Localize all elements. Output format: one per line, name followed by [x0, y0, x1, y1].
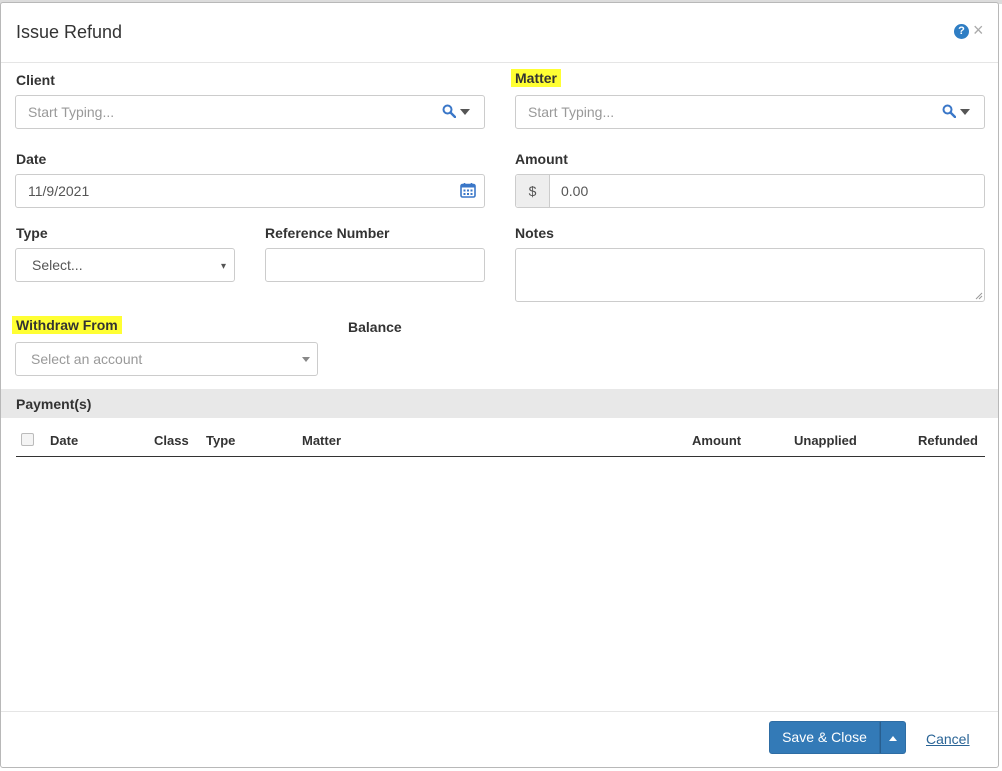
chevron-down-icon: [302, 357, 310, 362]
payments-section-title: Payment(s): [16, 396, 92, 412]
amount-input[interactable]: $ 0.00: [515, 174, 985, 208]
search-icon[interactable]: [442, 104, 456, 118]
matter-label: Matter: [511, 69, 562, 87]
save-options-dropdown-button[interactable]: [880, 721, 906, 754]
resize-handle-icon[interactable]: [975, 292, 983, 300]
withdraw-from-label: Withdraw From: [12, 316, 122, 334]
cancel-link[interactable]: Cancel: [926, 731, 970, 747]
dialog-header: Issue Refund ? ×: [1, 3, 998, 63]
search-icon[interactable]: [942, 104, 956, 118]
withdraw-from-placeholder: Select an account: [31, 351, 143, 367]
column-header-class[interactable]: Class: [154, 433, 189, 448]
table-header-divider: [16, 456, 985, 457]
column-header-date[interactable]: Date: [50, 433, 78, 448]
select-all-checkbox[interactable]: [21, 433, 34, 446]
currency-addon: $: [516, 175, 550, 207]
column-header-refunded[interactable]: Refunded: [918, 433, 978, 448]
chevron-down-icon[interactable]: [960, 109, 970, 115]
date-input[interactable]: 11/9/2021: [15, 174, 485, 208]
payments-section-header: Payment(s): [1, 389, 998, 418]
dialog-title: Issue Refund: [16, 22, 123, 42]
calendar-icon[interactable]: [460, 182, 476, 198]
client-label: Client: [16, 72, 55, 88]
column-header-matter[interactable]: Matter: [302, 433, 341, 448]
amount-label: Amount: [515, 151, 568, 167]
date-value: 11/9/2021: [28, 183, 90, 199]
help-icon[interactable]: ?: [954, 24, 969, 39]
column-header-unapplied[interactable]: Unapplied: [794, 433, 857, 448]
withdraw-from-select[interactable]: Select an account: [15, 342, 318, 376]
chevron-down-icon: ▾: [220, 261, 226, 272]
client-input[interactable]: Start Typing...: [15, 95, 485, 129]
balance-label: Balance: [348, 319, 402, 335]
matter-placeholder: Start Typing...: [528, 104, 615, 120]
column-header-amount[interactable]: Amount: [692, 433, 741, 448]
type-label: Type: [16, 225, 48, 241]
chevron-down-icon[interactable]: [460, 109, 470, 115]
type-select[interactable]: Select... ▾: [15, 248, 235, 282]
dialog-footer-divider: [1, 711, 998, 712]
client-placeholder: Start Typing...: [28, 104, 115, 120]
notes-textarea[interactable]: [515, 248, 985, 302]
save-and-close-button[interactable]: Save & Close: [769, 721, 880, 754]
amount-value: 0.00: [561, 183, 589, 199]
issue-refund-dialog: Issue Refund ? × Client Start Typing... …: [0, 2, 999, 768]
reference-number-input[interactable]: [265, 248, 485, 282]
matter-input[interactable]: Start Typing...: [515, 95, 985, 129]
date-label: Date: [16, 151, 47, 167]
caret-up-icon: [889, 736, 897, 741]
column-header-type[interactable]: Type: [206, 433, 235, 448]
notes-label: Notes: [515, 225, 554, 241]
type-selected-value: Select...: [32, 257, 83, 273]
close-icon[interactable]: ×: [973, 20, 984, 41]
reference-number-label: Reference Number: [265, 225, 390, 241]
